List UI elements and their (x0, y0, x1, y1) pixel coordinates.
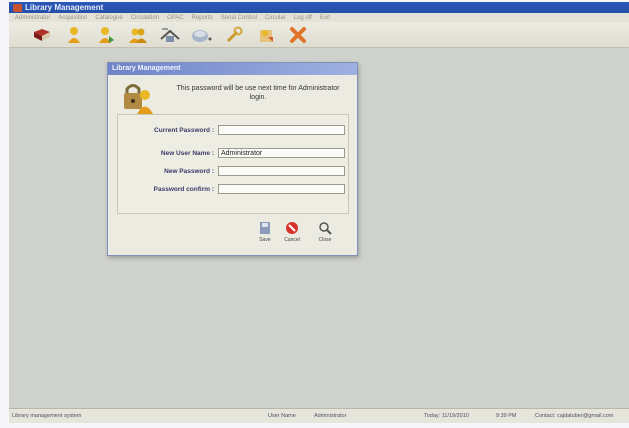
return-icon[interactable] (127, 25, 149, 45)
report-icon[interactable] (255, 25, 277, 45)
new-user-name-input[interactable]: Administrator (218, 148, 345, 158)
status-contact: Contact: cajdatuber@gmail.com (535, 413, 614, 419)
app-logo-icon (13, 3, 22, 12)
menu-circulation[interactable]: Circulation (131, 15, 159, 21)
close-label: Close (318, 237, 332, 243)
issue-icon[interactable] (95, 25, 117, 45)
current-password-row: Current Password : (118, 125, 348, 137)
search-icon[interactable] (191, 25, 213, 45)
new-password-label: New Password : (164, 168, 214, 175)
password-confirm-label: Password confirm : (153, 186, 214, 193)
password-confirm-row: Password confirm : (118, 184, 348, 196)
password-form: Current Password : New User Name : Admin… (117, 114, 349, 214)
screen: Library Management Administrator Acquisi… (9, 2, 629, 423)
menu-reports[interactable]: Reports (192, 15, 213, 21)
menu-administrator[interactable]: Administrator (15, 15, 50, 21)
menu-circular[interactable]: Circular (265, 15, 286, 21)
status-user-value: Administrator (314, 413, 347, 419)
save-icon (260, 222, 270, 234)
current-password-label: Current Password : (154, 127, 214, 134)
cancel-label: Cancel (284, 237, 300, 243)
menu-bar: Administrator Acquisition Catalogue Circ… (9, 13, 629, 22)
current-password-input[interactable] (218, 125, 345, 135)
lock-user-icon (124, 84, 153, 114)
toolbar (9, 22, 629, 48)
new-user-name-label: New User Name : (160, 150, 214, 157)
book-icon[interactable] (31, 25, 53, 45)
menu-catalogue[interactable]: Catalogue (95, 15, 122, 21)
member-icon[interactable] (63, 25, 85, 45)
dialog-buttons: Save Cancel Close (108, 221, 357, 253)
close-button[interactable]: Close (313, 221, 337, 247)
save-button[interactable]: Save (253, 221, 277, 247)
status-bar: Library management system User Name Admi… (9, 408, 629, 423)
settings-icon[interactable] (223, 25, 245, 45)
new-password-input[interactable] (218, 166, 345, 176)
app-title: Library Management (25, 3, 104, 12)
status-user-label: User Name (268, 413, 296, 419)
menu-exit[interactable]: Exit (320, 15, 330, 21)
dialog-message: This password will be use next time for … (176, 85, 340, 101)
cancel-icon (286, 222, 298, 234)
dialog-header: This password will be use next time for … (108, 75, 357, 115)
catalog-icon[interactable] (159, 25, 181, 45)
save-label: Save (259, 237, 271, 243)
new-user-name-row: New User Name : Administrator (118, 148, 348, 160)
password-confirm-input[interactable] (218, 184, 345, 194)
menu-log-off[interactable]: Log off (294, 15, 312, 21)
cancel-button[interactable]: Cancel (280, 221, 304, 247)
menu-serial-control[interactable]: Serial Control (221, 15, 257, 21)
status-time: 9:39 PM (496, 413, 517, 419)
new-password-row: New Password : (118, 166, 348, 178)
close-icon (319, 222, 332, 235)
menu-acquisition[interactable]: Acquisition (58, 15, 87, 21)
status-date: Today: 11/19/2010 (424, 413, 469, 419)
app-titlebar: Library Management (9, 2, 629, 13)
exit-icon[interactable] (287, 25, 309, 45)
dialog-title: Library Management (108, 63, 357, 75)
change-password-dialog: Library Management This password will be… (107, 62, 358, 256)
menu-opac[interactable]: OPAC (167, 15, 184, 21)
status-app-name: Library management system (12, 413, 82, 419)
